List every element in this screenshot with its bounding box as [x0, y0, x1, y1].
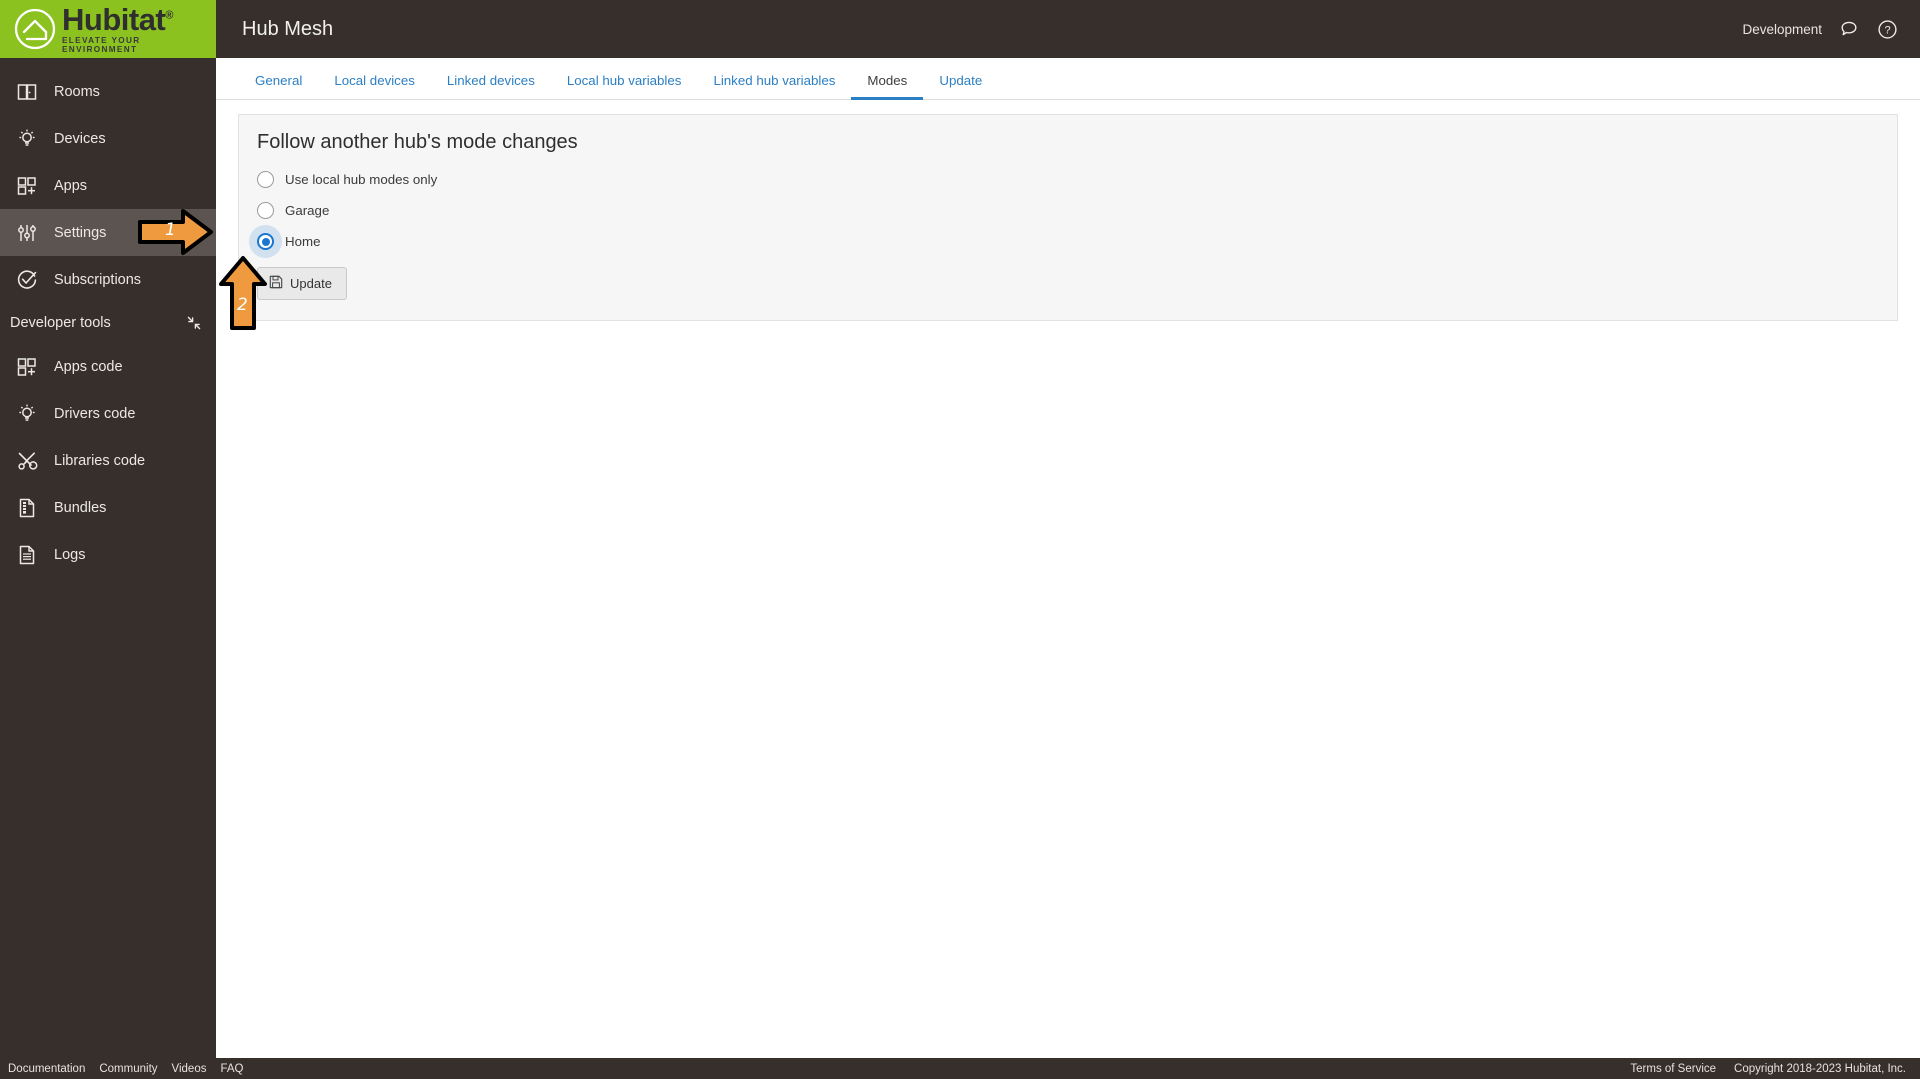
collapse-arrows-icon[interactable] [186, 315, 202, 331]
sidebar-item-devices[interactable]: Devices [0, 115, 216, 162]
sidebar-item-label: Apps [54, 177, 88, 194]
sidebar-section-label: Developer tools [10, 315, 111, 331]
sidebar-item-apps-code[interactable]: Apps code [0, 343, 216, 390]
sidebar-item-label: Libraries code [54, 452, 146, 469]
footer-copyright: Copyright 2018-2023 Hubitat, Inc. [1734, 1062, 1906, 1075]
brand-name: Hubitat® [62, 2, 173, 38]
tab-linked-devices[interactable]: Linked devices [431, 73, 551, 100]
sidebar-item-label: Rooms [54, 83, 100, 100]
radio-option-garage[interactable]: Garage [239, 195, 1897, 226]
footer-bar: Documentation Community Videos FAQ Terms… [0, 1058, 1920, 1079]
tab-linked-hub-variables[interactable]: Linked hub variables [697, 73, 851, 100]
sidebar-item-label: Drivers code [54, 405, 136, 422]
footer-link-community[interactable]: Community [99, 1063, 157, 1075]
radio-indicator[interactable] [257, 202, 274, 219]
sidebar-item-label: Apps code [54, 358, 123, 375]
radio-option-label: Use local hub modes only [285, 172, 438, 187]
help-circle-icon[interactable]: ? [1876, 18, 1898, 40]
apps-grid-icon [12, 173, 42, 199]
panel-title: Follow another hub's mode changes [257, 131, 578, 153]
sidebar-item-libraries-code[interactable]: Libraries code [0, 437, 216, 484]
radio-indicator[interactable] [257, 233, 274, 250]
bundle-doc-icon [12, 495, 42, 521]
panel-actions: Update [239, 267, 1897, 300]
footer-link-documentation[interactable]: Documentation [8, 1063, 85, 1075]
footer-link-terms-of-service[interactable]: Terms of Service [1630, 1063, 1716, 1075]
radio-option-home[interactable]: Home [239, 225, 1897, 258]
sidebar-item-label: Devices [54, 130, 106, 147]
radio-indicator[interactable] [257, 171, 274, 188]
footer-link-faq[interactable]: FAQ [220, 1063, 243, 1075]
sidebar-item-label: Settings [54, 224, 107, 241]
document-lines-icon [12, 542, 42, 568]
brand-trademark: ® [165, 9, 173, 22]
device-bulb-icon [12, 126, 42, 152]
sidebar-section-developer-tools: Developer tools [0, 303, 216, 343]
apps-grid-icon [12, 354, 42, 380]
chat-bubble-icon[interactable] [1838, 18, 1860, 40]
sidebar-item-apps[interactable]: Apps [0, 162, 216, 209]
rooms-icon [12, 79, 42, 105]
radio-option-use-local-hub-modes-only[interactable]: Use local hub modes only [239, 164, 1897, 195]
hubitat-admin-window: Hubitat® ELEVATE YOUR ENVIRONMENT Hub Me… [0, 0, 1920, 1079]
footer-links: Documentation Community Videos FAQ [8, 1063, 244, 1075]
tab-modes[interactable]: Modes [851, 73, 924, 100]
save-floppy-icon [269, 275, 283, 292]
tab-local-hub-variables[interactable]: Local hub variables [551, 73, 698, 100]
sidebar-nav: Rooms Devices Apps Settings Subscription… [0, 58, 216, 1058]
tab-general[interactable]: General [239, 73, 318, 100]
sliders-icon [12, 220, 42, 246]
svg-text:?: ? [1884, 24, 1890, 36]
radio-option-label: Home [285, 234, 321, 249]
sidebar-item-rooms[interactable]: Rooms [0, 68, 216, 115]
page-title: Hub Mesh [242, 17, 334, 40]
sidebar-item-settings[interactable]: Settings [0, 209, 216, 256]
update-button-label: Update [290, 276, 332, 291]
update-button[interactable]: Update [257, 267, 347, 300]
sidebar-item-logs[interactable]: Logs [0, 531, 216, 578]
content-area: Follow another hub's mode changes Use lo… [216, 100, 1920, 1058]
top-bar-right-group: Development ? [1742, 0, 1920, 58]
environment-label: Development [1742, 21, 1822, 37]
mode-follow-panel: Follow another hub's mode changes Use lo… [238, 114, 1898, 321]
check-circle-icon [12, 267, 42, 293]
tab-bar: General Local devices Linked devices Loc… [216, 58, 1920, 100]
brand-tagline: ELEVATE YOUR ENVIRONMENT [62, 36, 141, 54]
footer-right-group: Terms of Service Copyright 2018-2023 Hub… [1630, 1063, 1906, 1075]
body-region: Rooms Devices Apps Settings Subscription… [0, 58, 1920, 1058]
brand-logo[interactable]: Hubitat® ELEVATE YOUR ENVIRONMENT [0, 0, 216, 58]
sidebar-item-label: Subscriptions [54, 271, 142, 288]
tab-update[interactable]: Update [923, 73, 998, 100]
sidebar-item-bundles[interactable]: Bundles [0, 484, 216, 531]
tools-icon [12, 448, 42, 474]
radio-option-label: Garage [285, 203, 330, 218]
sidebar-item-label: Logs [54, 546, 86, 563]
main-content: General Local devices Linked devices Loc… [216, 58, 1920, 1058]
sidebar-item-subscriptions[interactable]: Subscriptions [0, 256, 216, 303]
tab-local-devices[interactable]: Local devices [318, 73, 431, 100]
sidebar-item-drivers-code[interactable]: Drivers code [0, 390, 216, 437]
top-bar: Hubitat® ELEVATE YOUR ENVIRONMENT Hub Me… [0, 0, 1920, 58]
device-bulb-icon [12, 401, 42, 427]
sidebar-item-label: Bundles [54, 499, 107, 516]
footer-link-videos[interactable]: Videos [172, 1063, 207, 1075]
hubitat-house-logo-icon [14, 8, 56, 50]
